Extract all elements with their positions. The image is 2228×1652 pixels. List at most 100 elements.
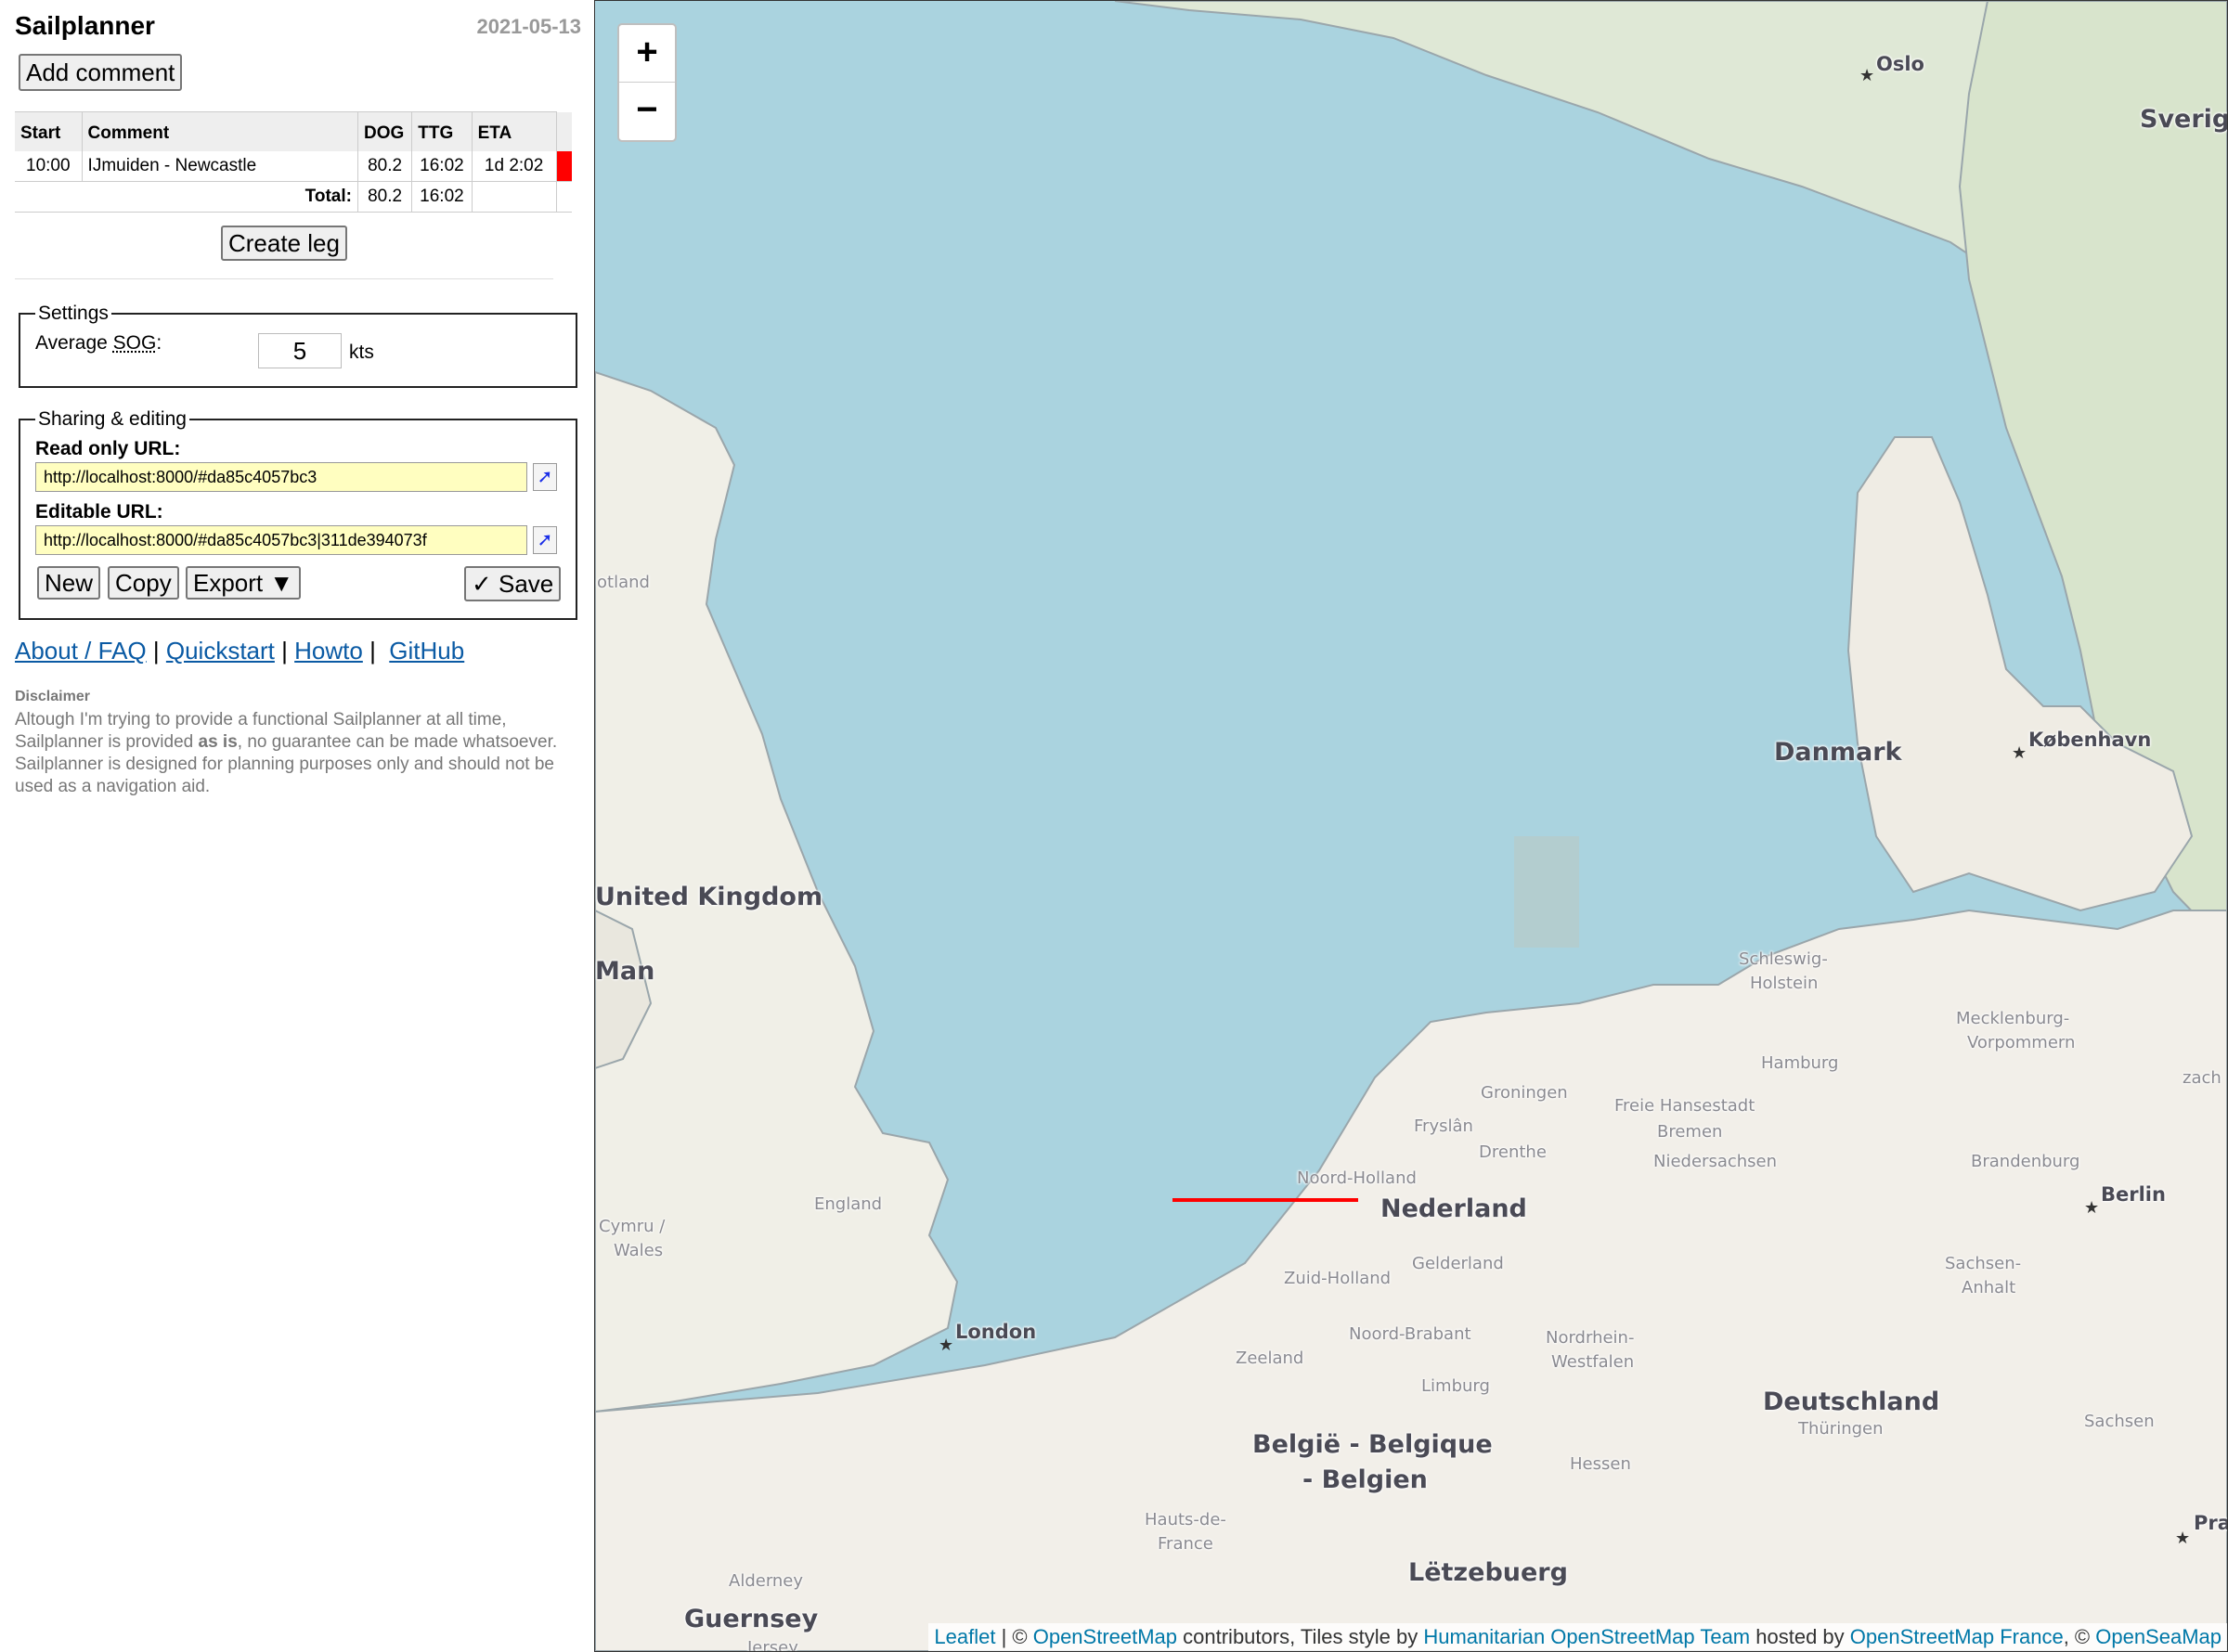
- label-scotland: otland: [597, 573, 650, 592]
- label-jersey: Jersey: [747, 1638, 798, 1652]
- label-france: France: [1158, 1534, 1213, 1554]
- label-letzebuerg: Lëtzebuerg: [1408, 1558, 1568, 1587]
- total-eta: [472, 181, 557, 213]
- create-leg-button[interactable]: Create leg: [221, 226, 347, 261]
- label-deutschland: Deutschland: [1763, 1387, 1940, 1416]
- label-hamburg: Hamburg: [1761, 1053, 1839, 1073]
- sog-input[interactable]: [258, 333, 342, 368]
- label-friesland: Fryslân: [1414, 1116, 1473, 1136]
- capital-star-icon: ★: [1859, 66, 1875, 84]
- label-wales: Wales: [614, 1241, 664, 1260]
- zoom-control: + −: [617, 23, 677, 142]
- legs-table: Start Comment DOG TTG ETA 10:00 IJmuiden…: [15, 111, 572, 213]
- map-tiles: [595, 1, 2227, 1651]
- attribution-osmfr-link[interactable]: OpenStreetMap France: [1850, 1625, 2064, 1648]
- leg-eta: 1d 2:02: [472, 151, 557, 182]
- label-noord-holland: Noord-Holland: [1297, 1168, 1417, 1188]
- total-label: Total:: [15, 181, 358, 213]
- open-editable-url-icon[interactable]: ➚: [533, 526, 557, 554]
- label-anhalt: Anhalt: [1962, 1278, 2016, 1297]
- disclaimer-title: Disclaimer: [15, 689, 90, 704]
- map-attribution: Leaflet | © OpenStreetMap contributors, …: [928, 1623, 2227, 1651]
- label-belgie: België - Belgique: [1252, 1430, 1493, 1459]
- footer-links: About / FAQ | Quickstart | Howto | GitHu…: [15, 637, 465, 665]
- divider: [15, 278, 553, 279]
- attribution-openseamap-link[interactable]: OpenSeaMap: [2095, 1625, 2222, 1648]
- label-sachsen-anhalt: Sachsen-: [1945, 1254, 2022, 1273]
- label-london: London: [955, 1321, 1037, 1343]
- sog-unit: kts: [349, 342, 374, 363]
- header-comment: Comment: [82, 111, 358, 151]
- leg-comment[interactable]: IJmuiden - Newcastle: [82, 151, 358, 182]
- label-schleswig: Schleswig-: [1739, 949, 1828, 969]
- windfarm-area: [1514, 836, 1579, 948]
- label-zach: zach: [2183, 1068, 2222, 1088]
- header-color: [556, 111, 572, 151]
- label-berlin: Berlin: [2101, 1183, 2166, 1206]
- map[interactable]: + − ★ Oslo Sverige ★ København Danmark U…: [594, 0, 2228, 1652]
- label-nordrhein: Nordrhein-: [1546, 1328, 1635, 1348]
- header-start: Start: [15, 111, 83, 151]
- label-limburg: Limburg: [1421, 1376, 1490, 1396]
- copy-button[interactable]: Copy: [108, 566, 179, 600]
- label-kobenhavn: København: [2028, 729, 2152, 751]
- header-dog: DOG: [357, 111, 413, 151]
- export-button[interactable]: Export ▼: [186, 566, 302, 600]
- header-ttg: TTG: [411, 111, 473, 151]
- sog-abbr: SOG: [112, 332, 157, 354]
- label-zeeland: Zeeland: [1236, 1349, 1304, 1368]
- capital-star-icon: ★: [939, 1336, 954, 1354]
- label-mecklenburg: Mecklenburg-: [1956, 1009, 2070, 1028]
- label-niedersachsen: Niedersachsen: [1653, 1152, 1778, 1171]
- legs-table-header: Start Comment DOG TTG ETA: [15, 111, 572, 151]
- save-button[interactable]: ✓ Save: [464, 566, 562, 601]
- editable-url-label: Editable URL:: [35, 501, 163, 523]
- zoom-in-button[interactable]: +: [619, 25, 675, 83]
- total-row: Total: 80.2 16:02: [15, 181, 572, 213]
- link-howto[interactable]: Howto: [294, 637, 363, 665]
- attribution-hot-link[interactable]: Humanitarian OpenStreetMap Team: [1423, 1625, 1750, 1648]
- readonly-url-field[interactable]: [35, 462, 527, 492]
- label-cymru: Cymru /: [599, 1217, 666, 1236]
- attribution-leaflet-link[interactable]: Leaflet: [934, 1625, 995, 1648]
- label-freie-hansestadt: Freie Hansestadt: [1614, 1096, 1755, 1116]
- label-groningen: Groningen: [1481, 1083, 1568, 1103]
- add-comment-button[interactable]: Add comment: [19, 54, 183, 91]
- total-ttg: 16:02: [411, 181, 473, 213]
- label-noord-brabant: Noord-Brabant: [1349, 1324, 1471, 1344]
- label-man: Man: [595, 957, 655, 986]
- label-drenthe: Drenthe: [1479, 1142, 1547, 1162]
- label-sverige: Sverige: [2140, 105, 2227, 134]
- label-england: England: [814, 1194, 883, 1214]
- capital-star-icon: ★: [2084, 1198, 2100, 1217]
- link-about-faq[interactable]: About / FAQ: [15, 637, 147, 665]
- header-eta: ETA: [472, 111, 557, 151]
- label-brandenburg: Brandenburg: [1971, 1152, 2080, 1171]
- label-united-kingdom: United Kingdom: [595, 883, 823, 911]
- sharing-legend: Sharing & editing: [38, 408, 187, 430]
- readonly-url-label: Read only URL:: [35, 438, 181, 459]
- table-row[interactable]: 10:00 IJmuiden - Newcastle 80.2 16:02 1d…: [15, 151, 572, 182]
- attribution-osm-link[interactable]: OpenStreetMap: [1033, 1625, 1177, 1648]
- leg-color-swatch[interactable]: [556, 151, 572, 182]
- editable-url-field[interactable]: [35, 525, 527, 555]
- capital-star-icon: ★: [2012, 743, 2027, 762]
- new-button[interactable]: New: [37, 566, 101, 600]
- label-praha: Pra: [2194, 1512, 2228, 1534]
- capital-star-icon: ★: [2175, 1529, 2191, 1547]
- app-date: 2021-05-13: [476, 15, 581, 38]
- disclaimer-text: Altough I'm trying to provide a function…: [15, 710, 558, 796]
- label-thuringen: Thüringen: [1798, 1419, 1884, 1439]
- label-holstein: Holstein: [1750, 974, 1819, 993]
- total-dog: 80.2: [357, 181, 413, 213]
- label-guernsey: Guernsey: [684, 1605, 819, 1633]
- label-alderney: Alderney: [729, 1571, 804, 1591]
- label-gelderland: Gelderland: [1412, 1254, 1504, 1273]
- zoom-out-button[interactable]: −: [619, 83, 675, 139]
- label-nederland: Nederland: [1380, 1194, 1527, 1223]
- total-color: [556, 182, 572, 213]
- open-readonly-url-icon[interactable]: ➚: [533, 463, 557, 491]
- link-quickstart[interactable]: Quickstart: [166, 637, 275, 665]
- label-danmark: Danmark: [1774, 738, 1902, 767]
- link-github[interactable]: GitHub: [389, 637, 464, 665]
